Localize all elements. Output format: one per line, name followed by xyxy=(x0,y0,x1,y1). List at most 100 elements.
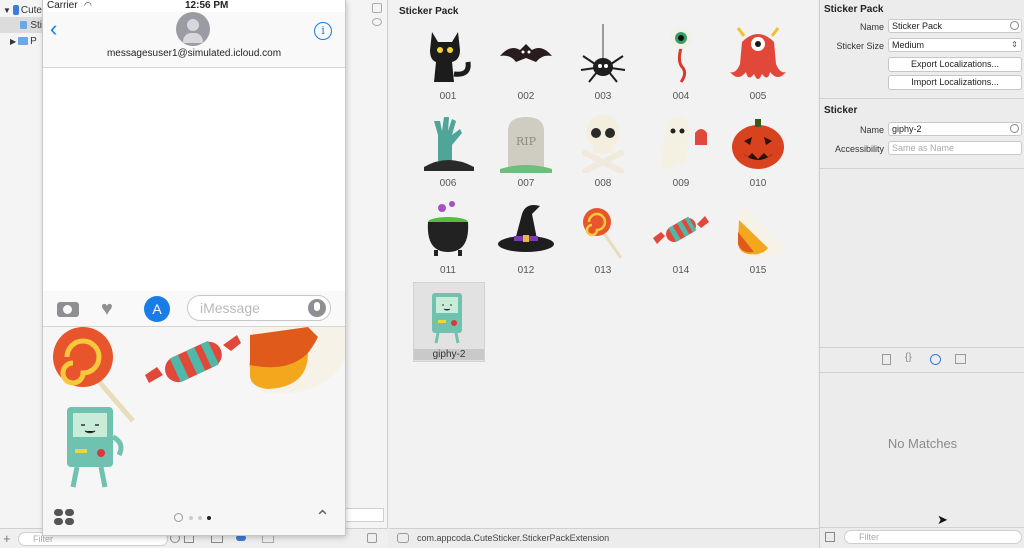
sticker-name-value: giphy-2 xyxy=(892,124,922,134)
grid-icon[interactable] xyxy=(262,534,274,543)
sticker-010[interactable]: 010 xyxy=(722,109,794,191)
sticker-001[interactable]: 001 xyxy=(412,22,484,104)
sticker-giphy-2[interactable]: giphy-2 xyxy=(413,282,485,362)
clock: 12:56 PM xyxy=(185,0,229,11)
digital-touch-heart-icon[interactable]: ♥ xyxy=(101,299,113,319)
folder-icon xyxy=(18,37,29,45)
nav-row-project[interactable]: ▼ Cute xyxy=(0,2,42,18)
sticker-006[interactable]: 006 xyxy=(412,109,484,191)
file-template-icon[interactable] xyxy=(882,354,891,365)
sticker-label: 001 xyxy=(439,91,457,102)
comment-icon[interactable] xyxy=(372,18,382,26)
code-snippet-icon[interactable]: {} xyxy=(905,352,912,363)
camera-icon[interactable] xyxy=(57,302,79,317)
zombie-hand-icon xyxy=(424,117,474,171)
sticker-name-field[interactable]: giphy-2 xyxy=(888,122,1022,136)
no-matches-label: No Matches xyxy=(887,436,958,451)
sticker-012[interactable]: 012 xyxy=(490,196,562,278)
pack-name-field[interactable]: Sticker Pack xyxy=(888,19,1022,33)
object-library-icon[interactable] xyxy=(930,354,941,365)
sticker-label: giphy-2 xyxy=(414,349,484,360)
eyeball-icon xyxy=(670,27,692,83)
library-filter-input[interactable]: Filter xyxy=(844,530,1022,544)
sticker-size-value: Medium xyxy=(892,40,925,50)
media-library-icon[interactable] xyxy=(955,354,966,364)
sticker-009[interactable]: 009 xyxy=(645,109,717,191)
drawer-bmo-icon[interactable] xyxy=(61,403,131,491)
skull-crossbones-icon xyxy=(582,115,624,173)
sticker-label: 009 xyxy=(672,178,690,189)
imessage-input[interactable]: iMessage xyxy=(187,295,331,321)
microphone-icon[interactable] xyxy=(308,299,326,317)
sticker-013[interactable]: 013 xyxy=(567,196,639,278)
sticker-002[interactable]: 002 xyxy=(490,22,562,104)
sticker-label: 011 xyxy=(440,265,456,276)
arrow-circle-icon[interactable] xyxy=(1010,124,1019,133)
toggle-icon[interactable] xyxy=(236,535,246,541)
divider xyxy=(820,347,1024,348)
project-icon xyxy=(12,5,19,15)
pack-section-title: Sticker Pack xyxy=(824,4,884,15)
sticker-007[interactable]: RIP 007 xyxy=(490,109,562,191)
canvas-title: Sticker Pack xyxy=(399,6,459,17)
sticker-004[interactable]: 004 xyxy=(645,22,717,104)
disclosure-closed-icon[interactable]: ▶ xyxy=(10,37,16,46)
stepper-arrows-icon: ⇕ xyxy=(1011,40,1018,49)
add-icon[interactable]: + xyxy=(3,531,11,546)
message-header: ‹ messagesuser1@simulated.icloud.com i xyxy=(43,12,345,68)
sticker-size-label: Sticker Size xyxy=(836,41,884,51)
candy-corn-icon xyxy=(738,202,786,258)
sticker-section-title: Sticker xyxy=(824,105,858,116)
arrow-circle-icon[interactable] xyxy=(1010,21,1019,30)
sticker-size-select[interactable]: Medium ⇕ xyxy=(888,38,1022,52)
sticker-name-label: Name xyxy=(859,125,884,135)
sticker-011[interactable]: 011 xyxy=(412,196,484,278)
canvas-icon[interactable] xyxy=(372,3,382,13)
tombstone-text: RIP xyxy=(516,135,537,148)
import-localizations-button[interactable]: Import Localizations... xyxy=(888,75,1022,90)
sticker-015[interactable]: 015 xyxy=(722,196,794,278)
filter-placeholder: Filter xyxy=(33,534,53,544)
export-localizations-button[interactable]: Export Localizations... xyxy=(888,57,1022,72)
layout-icon[interactable] xyxy=(211,534,223,543)
divider xyxy=(820,372,1024,373)
back-chevron-icon[interactable]: ‹ xyxy=(50,18,57,40)
accessibility-placeholder: Same as Name xyxy=(892,143,955,153)
carrier-label: Carrier xyxy=(47,0,78,11)
sticker-label: 010 xyxy=(749,178,767,189)
expand-chevron-up-icon[interactable]: ⌃ xyxy=(315,507,330,528)
nav-item-label: Sti xyxy=(30,19,42,31)
drawer-candy-icon[interactable] xyxy=(143,327,243,397)
lollipop-icon xyxy=(583,208,623,259)
sticker-014[interactable]: 014 xyxy=(645,196,717,278)
sticker-label: 006 xyxy=(439,178,457,189)
app-drawer-grid-icon[interactable] xyxy=(54,509,76,525)
accessibility-label: Accessibility xyxy=(834,144,884,154)
drawer-candy-corn-icon[interactable] xyxy=(248,327,345,397)
grid-view-icon[interactable] xyxy=(825,532,835,542)
pack-name-label: Name xyxy=(859,22,884,32)
sticker-005[interactable]: 005 xyxy=(722,22,794,104)
tombstone-icon: RIP xyxy=(500,117,552,173)
imessage-placeholder: iMessage xyxy=(200,300,260,316)
app-store-icon[interactable]: A xyxy=(144,296,170,322)
nav-row-p[interactable]: ▶ P xyxy=(0,33,42,49)
page-indicator[interactable] xyxy=(174,513,216,523)
sticker-label: 007 xyxy=(517,178,535,189)
document-icon[interactable] xyxy=(367,533,377,543)
contact-address: messagesuser1@simulated.icloud.com xyxy=(106,48,282,59)
sticker-003[interactable]: 003 xyxy=(567,22,639,104)
link-icon[interactable] xyxy=(397,533,409,543)
disclosure-open-icon[interactable]: ▼ xyxy=(3,6,11,15)
sticker-drawer: ⌃ xyxy=(43,327,345,535)
simulator-window: Carrier ◠ 12:56 PM ‹ messagesuser1@simul… xyxy=(43,0,345,535)
target-path[interactable]: com.appcoda.CuteSticker.StickerPackExten… xyxy=(417,533,609,543)
avatar[interactable] xyxy=(176,12,210,46)
info-icon[interactable]: i xyxy=(314,22,332,40)
wrapped-candy-icon xyxy=(653,216,709,244)
sticker-008[interactable]: 008 xyxy=(567,109,639,191)
jack-o-lantern-icon xyxy=(732,119,784,169)
nav-row-sticker[interactable]: Sti xyxy=(0,17,42,33)
accessibility-field[interactable]: Same as Name xyxy=(888,141,1022,155)
sticker-label: 002 xyxy=(517,91,535,102)
